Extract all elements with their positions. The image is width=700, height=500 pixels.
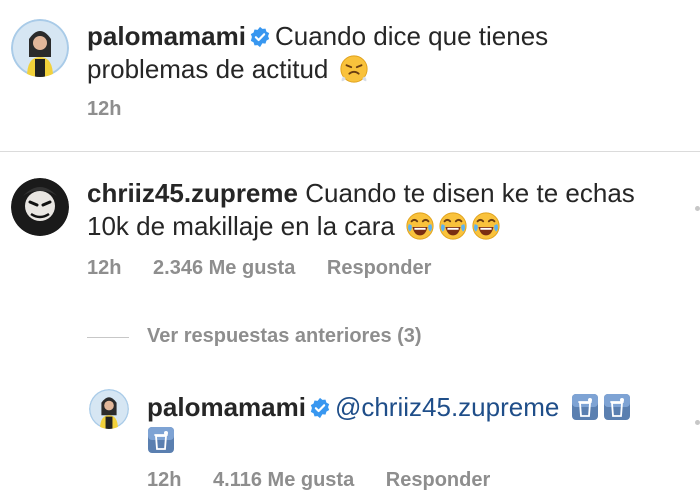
- post-author-username[interactable]: palomamami: [87, 21, 246, 51]
- post-author-avatar[interactable]: [11, 19, 69, 77]
- comment-reply-button[interactable]: Responder: [327, 257, 431, 279]
- commenter-username[interactable]: chriiz45.zupreme: [87, 178, 298, 208]
- verified-badge-icon: [249, 26, 271, 48]
- view-previous-replies-label: Ver respuestas anteriores (3): [147, 325, 422, 347]
- reply-options-indicator[interactable]: [695, 420, 700, 425]
- reply-author-avatar[interactable]: [89, 389, 129, 429]
- wastebasket-emoji-icon: [603, 393, 631, 421]
- laughing-tears-emoji-icon: [438, 211, 468, 241]
- post-meta: 12h: [87, 98, 147, 121]
- reply-likes[interactable]: 4.116 Me gusta: [213, 469, 354, 491]
- reply-time: 12h: [147, 469, 182, 491]
- reply-mention-link[interactable]: @chriiz45.zupreme: [335, 392, 559, 422]
- comment-text-line1: Cuando te disen ke te echas: [305, 178, 635, 208]
- wastebasket-emoji-icon: [571, 393, 599, 421]
- reply-meta: 12h 4.116 Me gusta Responder: [147, 469, 516, 492]
- verified-badge-icon: [309, 397, 331, 419]
- reply-body: palomamami @chriiz45.zupreme: [147, 391, 677, 457]
- view-previous-replies-button[interactable]: Ver respuestas anteriores (3): [147, 325, 422, 348]
- reply-reply-button[interactable]: Responder: [386, 469, 490, 491]
- laughing-tears-emoji-icon: [405, 211, 435, 241]
- post-caption-text-line2: problemas de actitud: [87, 54, 329, 84]
- comment-meta: 12h 2.346 Me gusta Responder: [87, 257, 457, 280]
- replies-line: [87, 337, 129, 338]
- reply-author-username[interactable]: palomamami: [147, 392, 306, 422]
- comment-likes[interactable]: 2.346 Me gusta: [153, 257, 295, 279]
- post-caption: palomamami Cuando dice que tienes problem…: [87, 20, 677, 86]
- section-divider: [0, 151, 700, 152]
- post-time: 12h: [87, 98, 122, 120]
- commenter-avatar[interactable]: [11, 178, 69, 236]
- comment-options-indicator[interactable]: [695, 206, 700, 211]
- comment-time: 12h: [87, 257, 122, 279]
- laughing-tears-emoji-icon: [471, 211, 501, 241]
- wastebasket-emoji-icon: [147, 426, 175, 454]
- comment-text-line2: 10k de makillaje en la cara: [87, 211, 395, 241]
- huffing-face-emoji-icon: [339, 54, 369, 84]
- post-caption-text: Cuando dice que tienes: [274, 21, 549, 51]
- comment-body: chriiz45.zupreme Cuando te disen ke te e…: [87, 177, 687, 243]
